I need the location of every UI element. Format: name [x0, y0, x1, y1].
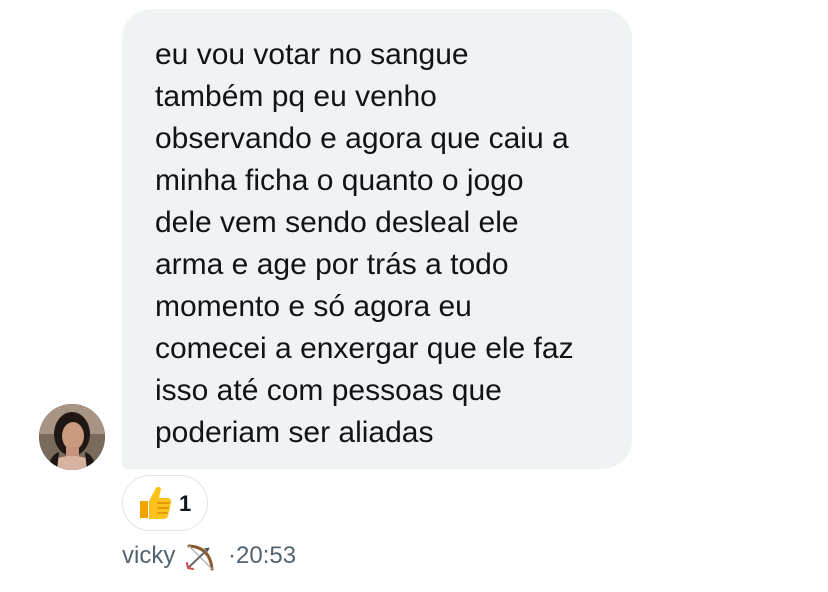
message-line: também pq eu venho	[155, 80, 437, 113]
message-line: arma e age por trás a todo	[155, 248, 509, 281]
message-line: observando e agora que caiu a	[155, 122, 569, 155]
message-line: minha ficha o quanto o jogo	[155, 164, 524, 197]
bow-and-arrow-icon	[186, 544, 214, 571]
message-line: momento e só agora eu	[155, 290, 472, 323]
message-timestamp: ·20:53	[228, 542, 297, 569]
message-line: isso até com pessoas que	[155, 374, 502, 407]
message-line: poderiam ser aliadas	[155, 416, 434, 449]
reaction-count: 1	[179, 491, 192, 516]
message-line: dele vem sendo desleal ele	[155, 206, 519, 239]
thumbs-up-icon	[140, 486, 172, 519]
avatar[interactable]	[39, 404, 105, 470]
message-line: comecei a enxergar que ele faz	[155, 332, 574, 365]
avatar-image	[39, 404, 105, 470]
reaction-pill[interactable]: 1	[122, 475, 208, 531]
sender-name[interactable]: vicky	[122, 540, 175, 572]
message-line: eu vou votar no sangue	[155, 38, 469, 71]
